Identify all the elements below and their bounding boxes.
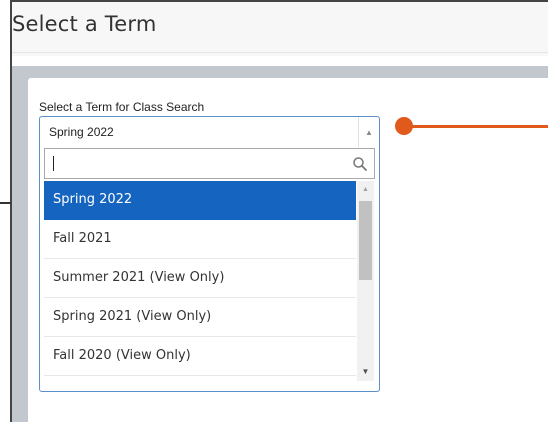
term-option-fall-2020[interactable]: Fall 2020 (View Only) bbox=[44, 337, 356, 376]
chevron-up-icon[interactable]: ▲ bbox=[358, 117, 379, 147]
term-option-fall-2021[interactable]: Fall 2021 bbox=[44, 220, 356, 259]
annotation-pointer-dot bbox=[395, 117, 413, 135]
term-search-box[interactable] bbox=[44, 148, 375, 179]
term-option-spring-2022[interactable]: Spring 2022 bbox=[44, 181, 356, 220]
header-divider bbox=[12, 52, 548, 53]
options-scrollbar[interactable]: ▲ ▼ bbox=[357, 181, 374, 381]
scroll-down-arrow-icon[interactable]: ▼ bbox=[357, 365, 374, 379]
scrollbar-thumb[interactable] bbox=[359, 201, 372, 280]
term-option-summer-2021[interactable]: Summer 2021 (View Only) bbox=[44, 259, 356, 298]
term-select-label: Select a Term for Class Search bbox=[39, 100, 205, 114]
screenshot-stage: Select a Term Select a Term for Class Se… bbox=[0, 0, 548, 422]
scroll-up-arrow-icon[interactable]: ▲ bbox=[357, 183, 374, 197]
term-select-value[interactable]: Spring 2022 bbox=[49, 125, 114, 139]
term-options-list[interactable]: Spring 2022 Fall 2021 Summer 2021 (View … bbox=[44, 181, 356, 381]
term-select-dropdown[interactable]: Spring 2022 ▲ Spring 2022 Fall 2021 Summ… bbox=[39, 116, 380, 392]
search-icon bbox=[353, 157, 367, 171]
page-header: Select a Term bbox=[12, 0, 548, 56]
term-option-spring-2021[interactable]: Spring 2021 (View Only) bbox=[44, 298, 356, 337]
left-annotation-connector bbox=[0, 202, 11, 204]
page-title: Select a Term bbox=[12, 12, 157, 36]
annotation-pointer-line bbox=[404, 125, 548, 128]
term-search-input[interactable] bbox=[49, 152, 343, 176]
